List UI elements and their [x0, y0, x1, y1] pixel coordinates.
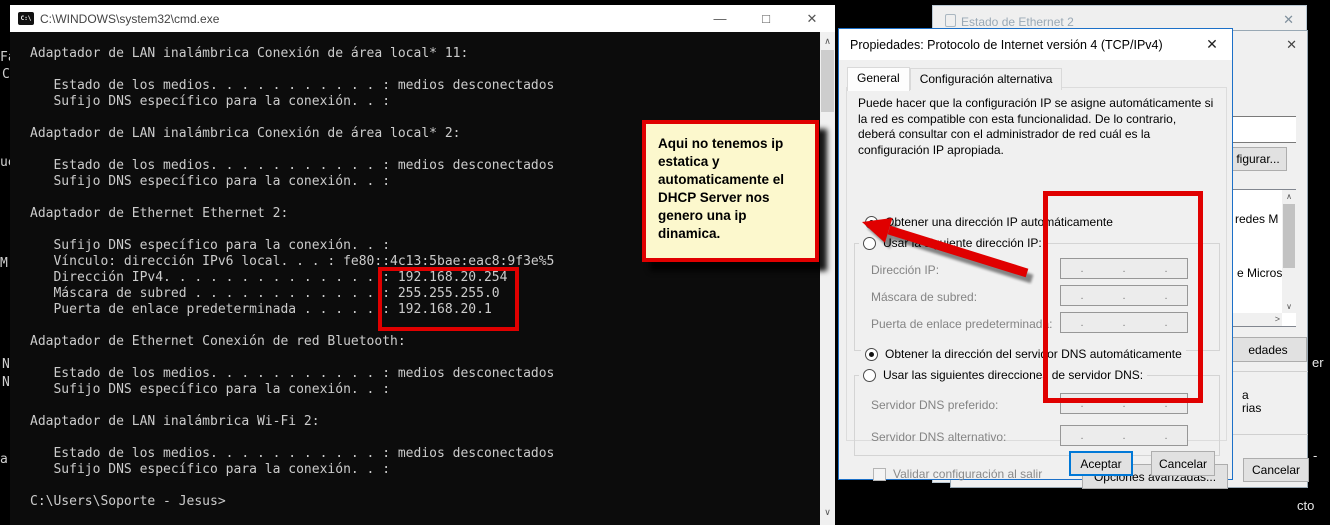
- octet-separator: .: [1080, 263, 1083, 275]
- subnet-mask-label: Máscara de subred:: [871, 290, 977, 304]
- cancel-button[interactable]: Cancelar: [1243, 458, 1309, 482]
- ethernet-status-title: Estado de Ethernet 2: [961, 15, 1074, 29]
- scroll-down-icon[interactable]: ∨: [1282, 300, 1296, 313]
- scroll-up-icon[interactable]: ∧: [1282, 190, 1296, 203]
- octet-separator: .: [1164, 263, 1167, 275]
- octet-separator: .: [1122, 317, 1125, 329]
- tab-general[interactable]: General: [847, 67, 910, 91]
- tcpip-properties-dialog: Propiedades: Protocolo de Internet versi…: [838, 28, 1233, 480]
- radio-label: Obtener una dirección IP automáticamente: [885, 215, 1113, 229]
- tab-alternative-configuration[interactable]: Configuración alternativa: [910, 68, 1063, 90]
- dialog-titlebar[interactable]: Propiedades: Protocolo de Internet versi…: [839, 29, 1232, 60]
- list-item[interactable]: e Micros: [1237, 266, 1282, 280]
- dialog-description: Puede hacer que la configuración IP se a…: [858, 96, 1216, 158]
- checkbox-label: Validar configuración al salir: [893, 467, 1042, 481]
- scroll-up-icon[interactable]: ∧: [820, 34, 835, 48]
- close-icon[interactable]: ✕: [789, 5, 835, 32]
- annotation-note: Aqui no tenemos ip estatica y automatica…: [642, 120, 819, 262]
- preferred-dns-label: Servidor DNS preferido:: [871, 398, 998, 412]
- maximize-icon[interactable]: □: [743, 5, 789, 32]
- scroll-right-icon[interactable]: >: [1275, 313, 1280, 326]
- validate-on-exit-checkbox[interactable]: Validar configuración al salir: [873, 467, 1042, 481]
- dialog-title: Propiedades: Protocolo de Internet versi…: [850, 38, 1163, 52]
- description-fragment: rias: [1242, 401, 1261, 415]
- list-horizontal-scrollbar[interactable]: >: [1227, 313, 1282, 326]
- description-fragment: a: [1242, 388, 1249, 402]
- radio-icon[interactable]: [865, 216, 878, 229]
- cmd-window-title: C:\WINDOWS\system32\cmd.exe: [40, 12, 219, 26]
- radio-label: Usar las siguientes direcciones de servi…: [883, 368, 1143, 382]
- subnet-mask-field[interactable]: ...: [1060, 285, 1188, 306]
- cancel-button[interactable]: Cancelar: [1151, 451, 1215, 476]
- cmd-window: C:\ C:\WINDOWS\system32\cmd.exe — □ ✕ Ad…: [10, 5, 835, 525]
- octet-separator: .: [1164, 290, 1167, 302]
- alternate-dns-field[interactable]: ...: [1060, 425, 1188, 446]
- description-groupbox-fragment: a rias: [1229, 371, 1308, 435]
- radio-obtain-ip-auto[interactable]: Obtener una dirección IP automáticamente: [861, 215, 1117, 229]
- radio-label: Obtener la dirección del servidor DNS au…: [885, 347, 1182, 361]
- properties-button-fragment[interactable]: edades: [1229, 337, 1307, 362]
- static-ip-groupbox: Dirección IP: ... Máscara de subred: ...…: [854, 243, 1220, 351]
- default-gateway-label: Puerta de enlace predeterminada:: [871, 317, 1052, 331]
- console-area: Adaptador de LAN inalámbrica Conexión de…: [10, 32, 820, 525]
- preferred-dns-field[interactable]: ...: [1060, 393, 1188, 414]
- scrollbar-thumb[interactable]: [1283, 204, 1295, 268]
- octet-separator: .: [1080, 398, 1083, 410]
- radio-icon[interactable]: [863, 369, 876, 382]
- radio-icon[interactable]: [865, 348, 878, 361]
- list-vertical-scrollbar[interactable]: ∧ ∨: [1282, 190, 1296, 313]
- annotation-note-text: Aqui no tenemos ip estatica y automatica…: [658, 135, 807, 243]
- accept-button[interactable]: Aceptar: [1069, 451, 1133, 476]
- octet-separator: .: [1122, 290, 1125, 302]
- octet-separator: .: [1080, 290, 1083, 302]
- close-icon[interactable]: ✕: [1283, 12, 1294, 28]
- static-dns-groupbox: Servidor DNS preferido: ... Servidor DNS…: [854, 375, 1220, 456]
- radio-obtain-dns-auto[interactable]: Obtener la dirección del servidor DNS au…: [861, 347, 1186, 361]
- close-icon[interactable]: ✕: [1192, 36, 1232, 53]
- list-item[interactable]: redes M: [1235, 212, 1278, 226]
- bg-text-fragment: -: [1313, 448, 1317, 463]
- ip-address-label: Dirección IP:: [871, 263, 939, 277]
- bg-text-fragment: M: [0, 256, 8, 271]
- octet-separator: .: [1122, 430, 1125, 442]
- tab-strip: General Configuración alternativa: [847, 66, 1062, 90]
- console-output: Adaptador de LAN inalámbrica Conexión de…: [30, 46, 554, 510]
- close-icon[interactable]: ✕: [1286, 37, 1297, 53]
- adapter-field-fragment[interactable]: [1226, 116, 1296, 143]
- radio-icon[interactable]: [863, 237, 876, 250]
- alternate-dns-label: Servidor DNS alternativo:: [871, 430, 1006, 444]
- octet-separator: .: [1164, 398, 1167, 410]
- octet-separator: .: [1080, 317, 1083, 329]
- octet-separator: .: [1164, 430, 1167, 442]
- default-gateway-field[interactable]: ...: [1060, 312, 1188, 333]
- octet-separator: .: [1164, 317, 1167, 329]
- bg-text-fragment: C: [2, 67, 10, 82]
- checkbox-icon[interactable]: [873, 468, 886, 481]
- bg-text-fragment: N: [2, 375, 10, 390]
- bg-text-fragment: N: [2, 357, 10, 372]
- octet-separator: .: [1080, 430, 1083, 442]
- radio-use-dns[interactable]: Usar las siguientes direcciones de servi…: [859, 368, 1147, 382]
- components-list-fragment[interactable]: redes M e Micros ∧ ∨ >: [1226, 189, 1296, 327]
- cmd-vertical-scrollbar[interactable]: ∧ ∨: [820, 32, 835, 525]
- ip-address-field[interactable]: ...: [1060, 258, 1188, 279]
- octet-separator: .: [1122, 263, 1125, 275]
- scrollbar-thumb[interactable]: [821, 50, 834, 112]
- scroll-down-icon[interactable]: ∨: [820, 505, 835, 519]
- radio-use-ip[interactable]: Usar la siguiente dirección IP:: [859, 236, 1046, 250]
- cmd-icon: C:\: [18, 12, 34, 25]
- minimize-icon[interactable]: —: [697, 5, 743, 32]
- configure-button-fragment[interactable]: figurar...: [1229, 147, 1287, 171]
- cmd-titlebar[interactable]: C:\ C:\WINDOWS\system32\cmd.exe — □ ✕: [10, 5, 835, 32]
- bg-text-fragment: er: [1312, 355, 1324, 370]
- tab-page-general: Puede hacer que la configuración IP se a…: [846, 87, 1227, 441]
- octet-separator: .: [1122, 398, 1125, 410]
- radio-label: Usar la siguiente dirección IP:: [883, 236, 1042, 250]
- bg-text-fragment: cto: [1297, 498, 1314, 513]
- ethernet-status-icon: [945, 14, 956, 27]
